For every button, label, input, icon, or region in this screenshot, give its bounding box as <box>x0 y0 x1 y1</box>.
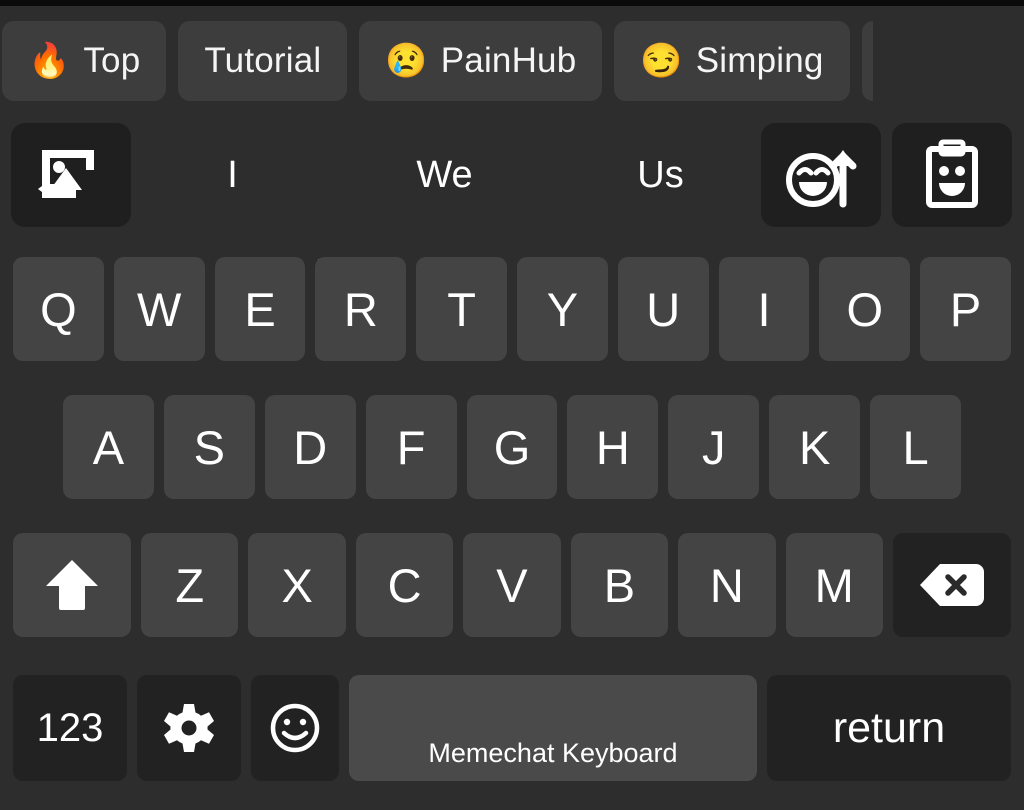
key-p[interactable]: P <box>920 257 1011 361</box>
image-import-button[interactable] <box>11 123 131 227</box>
tab-label: Top <box>83 41 141 80</box>
emoji-key[interactable] <box>251 675 339 781</box>
fire-icon: 🔥 <box>28 42 71 80</box>
suggestion-bar: I We Us <box>0 116 1024 311</box>
meme-clipboard-icon <box>926 139 978 208</box>
key-n[interactable]: N <box>678 533 776 637</box>
key-a[interactable]: A <box>63 395 154 499</box>
gear-icon <box>164 704 214 752</box>
key-s[interactable]: S <box>163 395 255 499</box>
key-u[interactable]: U <box>617 257 709 361</box>
space-key-label: Memechat Keyboard <box>428 738 678 768</box>
keyboard-row-3: Z X C V B N M <box>0 533 1024 649</box>
key-q[interactable]: Q <box>13 257 104 361</box>
tab-tutorial[interactable]: Tutorial <box>178 21 348 101</box>
tab-simping[interactable]: 😏 Simping <box>614 21 850 101</box>
key-i[interactable]: I <box>718 257 810 361</box>
category-tab-bar: 🔥 Top Tutorial 😢 PainHub 😏 Simping <box>0 6 1024 116</box>
tab-label: Tutorial <box>204 41 322 80</box>
key-z[interactable]: Z <box>141 533 239 637</box>
suggestion-word-0[interactable]: I <box>150 116 315 234</box>
smirking-face-icon: 😏 <box>640 42 683 80</box>
shift-key[interactable] <box>13 533 131 637</box>
tab-top[interactable]: 🔥 Top <box>2 21 167 101</box>
tab-label: Simping <box>695 41 824 80</box>
key-v[interactable]: V <box>463 533 561 637</box>
key-o[interactable]: O <box>819 257 911 361</box>
key-m[interactable]: M <box>785 533 883 637</box>
meme-share-icon <box>786 150 857 208</box>
key-h[interactable]: H <box>567 395 659 499</box>
keyboard-row-2: A S D F G H J K L <box>0 395 1024 499</box>
key-d[interactable]: D <box>264 395 356 499</box>
image-import-icon <box>38 150 94 198</box>
crying-face-icon: 😢 <box>385 42 428 80</box>
return-key[interactable]: return <box>767 675 1011 781</box>
key-w[interactable]: W <box>113 257 205 361</box>
tab-partial-next[interactable] <box>861 21 873 101</box>
key-g[interactable]: G <box>466 395 558 499</box>
keyboard-row-1: Q W E R T Y U I O P <box>0 257 1024 361</box>
key-y[interactable]: Y <box>516 257 608 361</box>
tab-label: PainHub <box>440 41 577 80</box>
backspace-icon <box>919 564 984 606</box>
numbers-key[interactable]: 123 <box>13 675 127 781</box>
key-k[interactable]: K <box>769 395 861 499</box>
keyboard-row-4: 123 Memechat Keyboard return <box>0 675 1024 791</box>
key-c[interactable]: C <box>355 533 454 637</box>
suggestion-word-1[interactable]: We <box>362 116 527 234</box>
smiley-icon <box>270 703 320 753</box>
suggestion-word-2[interactable]: Us <box>578 116 743 234</box>
shift-arrow-icon <box>46 560 98 610</box>
settings-key[interactable] <box>137 675 241 781</box>
key-r[interactable]: R <box>315 257 407 361</box>
key-b[interactable]: B <box>570 533 669 637</box>
keyboard-container: 🔥 Top Tutorial 😢 PainHub 😏 Simping I We … <box>0 0 1024 810</box>
space-key[interactable]: Memechat Keyboard <box>349 675 757 781</box>
key-f[interactable]: F <box>365 395 457 499</box>
tab-painhub[interactable]: 😢 PainHub <box>359 21 603 101</box>
key-t[interactable]: T <box>416 257 507 361</box>
key-j[interactable]: J <box>668 395 760 499</box>
meme-clipboard-button[interactable] <box>892 123 1012 227</box>
key-x[interactable]: X <box>248 533 346 637</box>
meme-share-button[interactable] <box>761 123 881 227</box>
key-e[interactable]: E <box>214 257 306 361</box>
backspace-key[interactable] <box>892 533 1011 637</box>
key-l[interactable]: L <box>870 395 962 499</box>
